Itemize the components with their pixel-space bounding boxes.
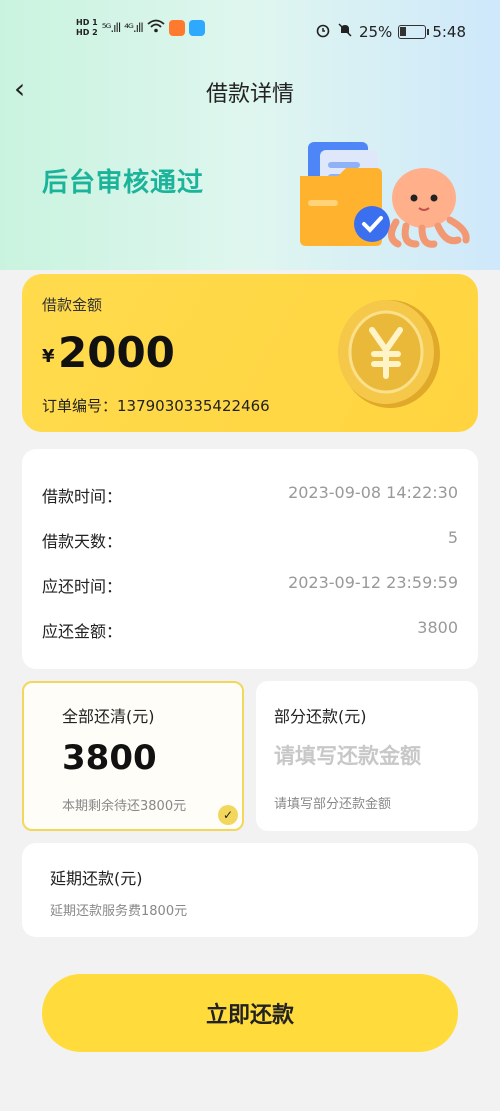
loan-amount-label: 借款金额 [42,296,103,314]
pay-partial-subtext: 请填写部分还款金额 [274,797,392,812]
selected-check-icon: ✓ [218,805,238,825]
pay-full-subtext: 本期剩余待还3800元 [62,799,187,814]
review-status-title: 后台审核通过 [42,168,205,198]
status-bar: HD 1 HD 2 ⁵ᴳ.ıll ⁴ᴳ.ıll 25% 5:48 [0,0,500,62]
signal-5g-icon: ⁵ᴳ.ıll [101,21,122,35]
signal-4g-icon: ⁴ᴳ.ıll [124,21,144,35]
video-app-icon [168,20,185,36]
info-row-due-time: 应还时间： 2023-09-12 23:59:59 [42,573,458,596]
pay-partial-option[interactable]: 部分还款(元) 请填写部分还款金额 [256,681,478,831]
gold-coin-icon [338,300,440,408]
battery-percent: 25% [358,23,393,41]
page-title: 借款详情 [205,82,294,107]
loan-amount-card: 借款金额 ¥ 2000 订单编号：1379030335422466 [22,274,478,432]
loan-info-card: 借款时间： 2023-09-08 14:22:30 借款天数： 5 应还时间： … [22,449,478,669]
clock: 5:48 [432,23,466,41]
order-number: 订单编号：1379030335422466 [42,397,270,415]
currency-symbol: ¥ [42,346,55,367]
pay-full-option[interactable]: 全部还清(元) 3800 本期剩余待还3800元 ✓ [22,681,244,831]
info-row-loan-days: 借款天数： 5 [42,528,458,551]
repay-now-button[interactable]: 立即还款 [42,974,458,1052]
battery-icon [398,25,430,39]
pay-defer-title: 延期还款(元) [50,869,143,888]
approved-folder-octopus-illustration [300,142,470,248]
search-app-icon [188,20,205,36]
loan-amount-value: 2000 [58,328,175,377]
pay-defer-subtext: 延期还款服务费1800元 [50,904,188,919]
alarm-icon [315,22,331,42]
partial-amount-input[interactable] [274,739,464,773]
info-row-due-amount: 应还金额： 3800 [42,618,458,641]
hd-indicator: HD 1 HD 2 [76,18,98,37]
pay-defer-option[interactable]: 延期还款(元) 延期还款服务费1800元 [22,843,478,937]
nav-bar: ‹ 借款详情 [0,62,500,114]
pay-full-title: 全部还清(元) [62,707,155,726]
info-row-loan-time: 借款时间： 2023-09-08 14:22:30 [42,483,458,506]
pay-partial-title: 部分还款(元) [274,707,367,726]
pay-full-amount: 3800 [62,738,157,778]
mute-bell-icon [337,22,353,42]
wifi-icon [147,19,165,37]
